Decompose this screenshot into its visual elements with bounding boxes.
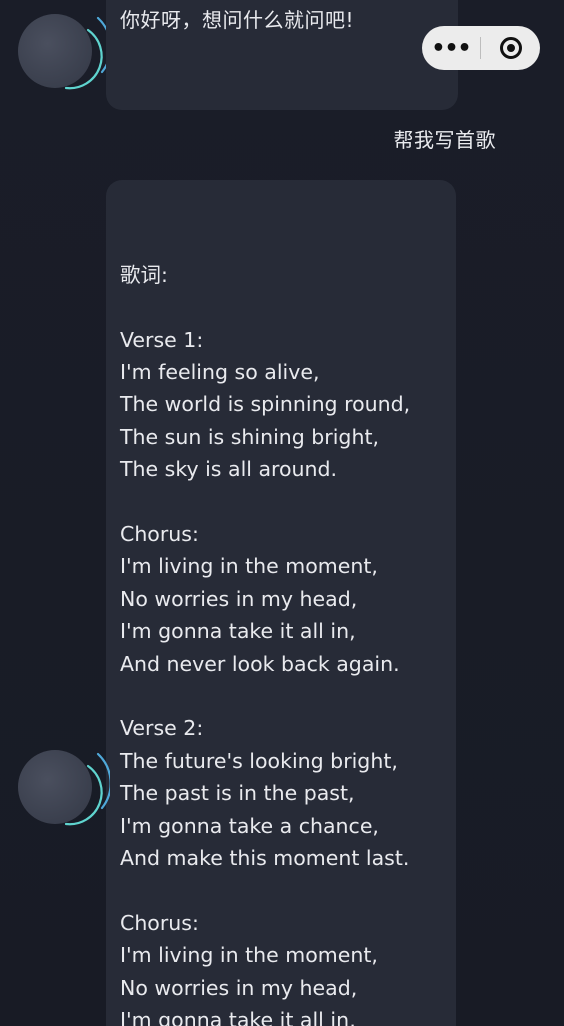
reply-line: 歌词: <box>120 262 168 287</box>
reply-line: No worries in my head, <box>120 586 358 611</box>
avatar-ring-icon <box>64 752 110 826</box>
reply-line: I'm feeling so alive, <box>120 360 320 385</box>
more-button[interactable]: ••• <box>422 26 480 70</box>
reply-line: I'm gonna take it all in, <box>120 619 356 644</box>
reply-line: The future's looking bright, <box>120 748 398 773</box>
bot-avatar[interactable] <box>18 744 110 828</box>
reply-line: I'm gonna take it all in, <box>120 1008 356 1026</box>
reply-line: The sun is shining bright, <box>120 424 379 449</box>
close-button[interactable] <box>481 26 540 70</box>
reply-line: Chorus: <box>120 522 199 547</box>
reply-line: And never look back again. <box>120 651 400 676</box>
reply-line: The sky is all around. <box>120 457 338 482</box>
reply-line: The world is spinning round, <box>120 392 411 417</box>
reply-line: I'm living in the moment, <box>120 943 378 968</box>
reply-line: I'm living in the moment, <box>120 554 378 579</box>
reply-line: Verse 1: <box>120 327 204 352</box>
reply-line: And make this moment last. <box>120 846 410 871</box>
user-message: 帮我写首歌 <box>393 128 496 152</box>
bot-avatar[interactable] <box>18 8 110 92</box>
bot-greeting-text: 你好呀，想问什么就问吧! <box>120 8 355 32</box>
bot-reply-bubble: 歌词: Verse 1: I'm feeling so alive, The worl… <box>106 180 456 1026</box>
capsule-menu: ••• <box>422 26 540 70</box>
target-circle-icon <box>499 37 522 59</box>
reply-line: I'm gonna take a chance, <box>120 813 379 838</box>
reply-line: The past is in the past, <box>120 781 355 806</box>
chat-screen: 你好呀，想问什么就问吧! ••• 帮我写首歌 歌词: Verse 1: I'm fe… <box>0 0 564 1026</box>
more-dots-icon: ••• <box>431 35 471 61</box>
avatar-ring-icon <box>64 16 110 90</box>
reply-line: Verse 2: <box>120 716 204 741</box>
reply-line: No worries in my head, <box>120 975 358 1000</box>
bot-greeting-bubble: 你好呀，想问什么就问吧! <box>106 0 458 110</box>
reply-line: Chorus: <box>120 910 199 935</box>
bot-reply-text: 歌词: Verse 1: I'm feeling so alive, The worl… <box>120 259 442 1026</box>
